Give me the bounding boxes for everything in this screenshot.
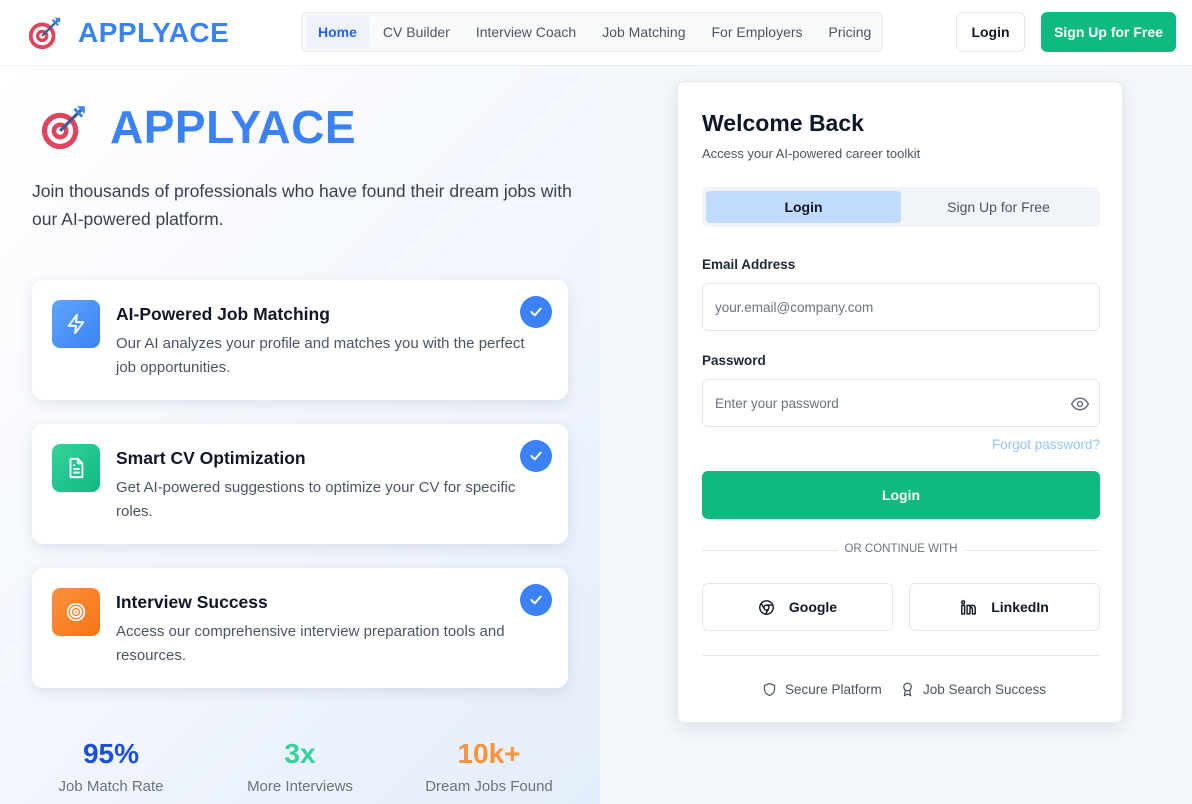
hero-title: APPLYACE <box>110 101 357 153</box>
card-subtitle: Access your AI-powered career toolkit <box>702 146 921 161</box>
trust-badge-secure: Secure Platform <box>762 682 882 697</box>
nav-link-for-employers[interactable]: For Employers <box>700 16 815 48</box>
feature-title: Interview Success <box>116 592 268 612</box>
nav-link-job-matching[interactable]: Job Matching <box>590 16 697 48</box>
feature-description: Get AI-powered suggestions to optimize y… <box>116 479 516 520</box>
linkedin-login-button[interactable]: LinkedIn <box>909 583 1100 631</box>
brand-logo-link[interactable]: APPLYACE <box>26 14 229 52</box>
feature-card-interview-success: Interview Success Access our comprehensi… <box>32 568 568 688</box>
nav-link-cv-builder[interactable]: CV Builder <box>371 16 462 48</box>
top-navbar: APPLYACE Home CV Builder Interview Coach… <box>0 0 1192 66</box>
stat-label: More Interviews <box>247 778 353 795</box>
stat-value: 10k+ <box>457 738 521 769</box>
password-label: Password <box>702 353 766 368</box>
stat-label: Dream Jobs Found <box>425 778 553 795</box>
target-logo-icon <box>28 17 61 50</box>
social-label: Google <box>788 599 838 615</box>
stat-dream-jobs: 10k+ Dream Jobs Found <box>389 736 589 795</box>
shield-icon <box>763 682 776 697</box>
chrome-icon <box>758 599 774 615</box>
nav-link-interview-coach[interactable]: Interview Coach <box>464 16 588 48</box>
stat-more-interviews: 3x More Interviews <box>200 736 400 795</box>
hero-subtitle: Join thousands of professionals who have… <box>32 181 572 229</box>
feature-description: Our AI analyzes your profile and matches… <box>116 335 525 376</box>
trust-badge-success: Job Search Success <box>900 682 1046 697</box>
stat-value: 3x <box>284 738 316 769</box>
tab-signup[interactable]: Sign Up for Free <box>901 191 1096 223</box>
divider <box>702 655 1100 656</box>
forgot-password-link[interactable]: Forgot password? <box>968 437 1100 452</box>
brand-name: APPLYACE <box>78 17 230 48</box>
check-icon <box>520 296 552 328</box>
password-field[interactable] <box>702 379 1100 427</box>
eye-icon[interactable] <box>1070 394 1090 414</box>
feature-description: Access our comprehensive interview prepa… <box>116 623 505 664</box>
target-logo-icon <box>41 106 85 150</box>
card-title: Welcome Back <box>702 110 864 136</box>
tab-login[interactable]: Login <box>706 191 901 223</box>
check-icon <box>520 584 552 616</box>
linkedin-icon <box>961 599 977 615</box>
login-card: Welcome Back Access your AI-powered care… <box>677 81 1123 723</box>
target-icon <box>52 588 100 636</box>
bolt-icon <box>52 300 100 348</box>
stat-value: 95% <box>82 738 140 769</box>
feature-title: AI-Powered Job Matching <box>116 304 330 324</box>
feature-card-job-matching: AI-Powered Job Matching Our AI analyzes … <box>32 280 568 400</box>
stat-label: Job Match Rate <box>58 778 164 795</box>
divider-text: OR CONTINUE WITH <box>838 543 964 555</box>
nav-login-button[interactable]: Login <box>956 12 1025 52</box>
nav-link-pricing[interactable]: Pricing <box>817 16 884 48</box>
google-login-button[interactable]: Google <box>702 583 893 631</box>
stat-job-match-rate: 95% Job Match Rate <box>11 736 211 795</box>
award-icon <box>903 682 912 697</box>
email-field[interactable] <box>702 283 1100 331</box>
nav-link-home[interactable]: Home <box>306 16 369 48</box>
trust-label: Secure Platform <box>785 682 882 697</box>
hero-brand: APPLYACE <box>38 100 356 154</box>
login-button[interactable]: Login <box>702 471 1100 519</box>
check-icon <box>520 440 552 472</box>
feature-card-cv-optimization: Smart CV Optimization Get AI-powered sug… <box>32 424 568 544</box>
nav-signup-button[interactable]: Sign Up for Free <box>1041 12 1176 52</box>
main-nav: Home CV Builder Interview Coach Job Matc… <box>301 12 883 52</box>
social-label: LinkedIn <box>991 599 1049 615</box>
document-icon <box>52 444 100 492</box>
trust-label: Job Search Success <box>923 682 1047 697</box>
feature-title: Smart CV Optimization <box>116 448 306 468</box>
auth-tabs: Login Sign Up for Free <box>702 187 1100 227</box>
hero-panel: APPLYACE Join thousands of professionals… <box>0 66 600 804</box>
email-label: Email Address <box>702 257 796 272</box>
